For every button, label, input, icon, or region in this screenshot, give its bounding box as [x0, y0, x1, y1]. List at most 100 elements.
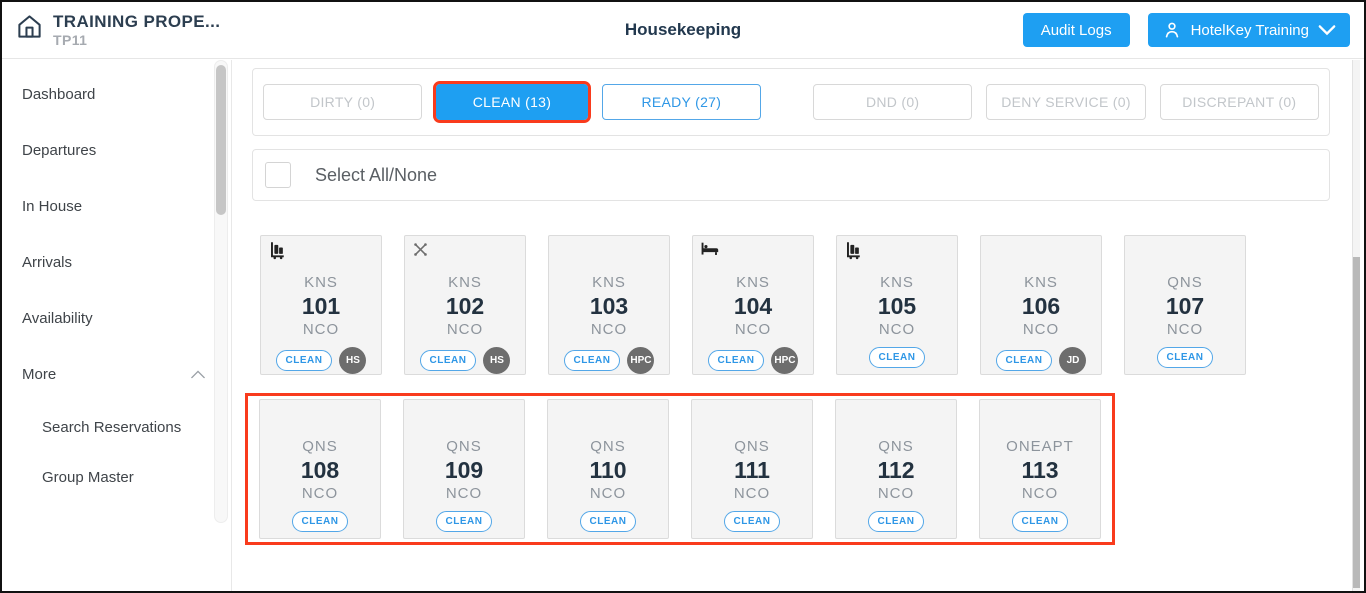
filter-dirty[interactable]: DIRTY (0) — [263, 84, 422, 120]
room-number: 106 — [981, 293, 1101, 320]
user-menu-button[interactable]: HotelKey Training — [1148, 13, 1350, 47]
room-status-badge: CLEAN — [996, 350, 1053, 371]
maintenance-icon — [412, 241, 429, 258]
room-card[interactable]: KNS 101 NCO CLEAN HS — [260, 235, 382, 375]
property-brand[interactable]: TRAINING PROPE... TP11 — [16, 11, 220, 50]
filter-deny-service[interactable]: DENY SERVICE (0) — [986, 84, 1145, 120]
room-number: 111 — [692, 457, 812, 484]
attendant-badge: HPC — [627, 347, 654, 374]
sidebar-scrollbar[interactable] — [214, 60, 228, 523]
room-type: QNS — [692, 438, 812, 455]
room-type: KNS — [549, 274, 669, 291]
sidebar-scrollbar-thumb[interactable] — [216, 65, 226, 215]
room-card[interactable]: KNS 104 NCO CLEAN HPC — [692, 235, 814, 375]
main-scrollbar[interactable] — [1352, 60, 1360, 591]
selected-rooms-highlight: QNS 108 NCO CLEAN QNS 109 NCO CLEAN QNS … — [245, 393, 1115, 545]
sidebar-item-group-master[interactable]: Group Master — [2, 452, 231, 502]
room-card[interactable]: ONEAPT 113 NCO CLEAN — [979, 399, 1101, 539]
select-all-bar: Select All/None — [252, 149, 1330, 201]
room-rate-plan: NCO — [837, 321, 957, 338]
sidebar-item-label: Dashboard — [22, 86, 95, 103]
chevron-up-icon — [191, 366, 205, 383]
filter-discrepant[interactable]: DISCREPANT (0) — [1160, 84, 1319, 120]
filter-ready[interactable]: READY (27) — [602, 84, 761, 120]
room-rate-plan: NCO — [692, 485, 812, 502]
room-type: QNS — [1125, 274, 1245, 291]
home-icon — [16, 13, 43, 45]
main-scrollbar-thumb[interactable] — [1353, 257, 1360, 588]
page-title: Housekeeping — [625, 20, 741, 40]
room-card[interactable]: KNS 105 NCO CLEAN — [836, 235, 958, 375]
room-status-badge: CLEAN — [868, 511, 925, 532]
status-filter-bar: DIRTY (0) CLEAN (13) READY (27) DND (0) DENY… — [252, 68, 1330, 136]
room-row: KNS 101 NCO CLEAN HS KNS 102 NCO CLEAN H… — [260, 235, 1330, 375]
audit-logs-button[interactable]: Audit Logs — [1023, 13, 1130, 47]
room-number: 102 — [405, 293, 525, 320]
room-card[interactable]: QNS 107 NCO CLEAN — [1124, 235, 1246, 375]
attendant-badge: HPC — [771, 347, 798, 374]
room-card[interactable]: QNS 112 NCO CLEAN — [835, 399, 957, 539]
room-card[interactable]: KNS 103 NCO CLEAN HPC — [548, 235, 670, 375]
housekeeping-content: DIRTY (0) CLEAN (13) READY (27) DND (0) DENY… — [232, 60, 1364, 591]
room-number: 103 — [549, 293, 669, 320]
room-status-badge: CLEAN — [724, 511, 781, 532]
sidebar-item-availability[interactable]: Availability — [2, 290, 231, 346]
room-type: KNS — [837, 274, 957, 291]
room-type: KNS — [981, 274, 1101, 291]
room-rate-plan: NCO — [980, 485, 1100, 502]
room-status-badge: CLEAN — [276, 350, 333, 371]
sidebar-item-in-house[interactable]: In House — [2, 178, 231, 234]
room-status-badge: CLEAN — [869, 347, 926, 368]
room-rate-plan: NCO — [981, 321, 1101, 338]
room-type: KNS — [261, 274, 381, 291]
room-number: 112 — [836, 457, 956, 484]
luggage-cart-icon — [268, 241, 286, 260]
top-bar: TRAINING PROPE... TP11 Housekeeping Audi… — [2, 2, 1364, 59]
sidebar-item-label: Search Reservations — [42, 419, 181, 436]
room-number: 113 — [980, 457, 1100, 484]
room-number: 109 — [404, 457, 524, 484]
room-type: QNS — [260, 438, 380, 455]
room-card[interactable]: QNS 110 NCO CLEAN — [547, 399, 669, 539]
room-number: 110 — [548, 457, 668, 484]
room-card[interactable]: QNS 111 NCO CLEAN — [691, 399, 813, 539]
room-card[interactable]: QNS 108 NCO CLEAN — [259, 399, 381, 539]
sidebar-item-departures[interactable]: Departures — [2, 122, 231, 178]
select-all-checkbox[interactable] — [265, 162, 291, 188]
room-status-badge: CLEAN — [1157, 347, 1214, 368]
property-code: TP11 — [53, 32, 220, 50]
luggage-cart-icon — [844, 241, 862, 260]
room-status-badge: CLEAN — [708, 350, 765, 371]
filter-dnd[interactable]: DND (0) — [813, 84, 972, 120]
room-status-badge: CLEAN — [1012, 511, 1069, 532]
room-rate-plan: NCO — [693, 321, 813, 338]
room-type: KNS — [693, 274, 813, 291]
user-name: HotelKey Training — [1191, 22, 1309, 39]
room-type: QNS — [836, 438, 956, 455]
bed-icon — [700, 241, 719, 257]
room-type: QNS — [548, 438, 668, 455]
select-all-label: Select All/None — [315, 165, 437, 186]
room-status-badge: CLEAN — [436, 511, 493, 532]
sidebar-item-arrivals[interactable]: Arrivals — [2, 234, 231, 290]
room-type: KNS — [405, 274, 525, 291]
sidebar-item-more[interactable]: More — [2, 346, 231, 402]
sidebar-item-search-reservations[interactable]: Search Reservations — [2, 402, 231, 452]
room-rate-plan: NCO — [260, 485, 380, 502]
sidebar-item-label: In House — [22, 198, 82, 215]
sidebar-item-dashboard[interactable]: Dashboard — [2, 66, 231, 122]
room-rate-plan: NCO — [404, 485, 524, 502]
sidebar-item-label: Departures — [22, 142, 96, 159]
room-card[interactable]: KNS 106 NCO CLEAN JD — [980, 235, 1102, 375]
room-status-badge: CLEAN — [292, 511, 349, 532]
room-card[interactable]: KNS 102 NCO CLEAN HS — [404, 235, 526, 375]
attendant-badge: HS — [483, 347, 510, 374]
room-rate-plan: NCO — [261, 321, 381, 338]
room-number: 108 — [260, 457, 380, 484]
room-status-badge: CLEAN — [564, 350, 621, 371]
room-type: QNS — [404, 438, 524, 455]
attendant-badge: JD — [1059, 347, 1086, 374]
filter-clean[interactable]: CLEAN (13) — [436, 84, 587, 120]
room-card[interactable]: QNS 109 NCO CLEAN — [403, 399, 525, 539]
room-type: ONEAPT — [980, 438, 1100, 455]
